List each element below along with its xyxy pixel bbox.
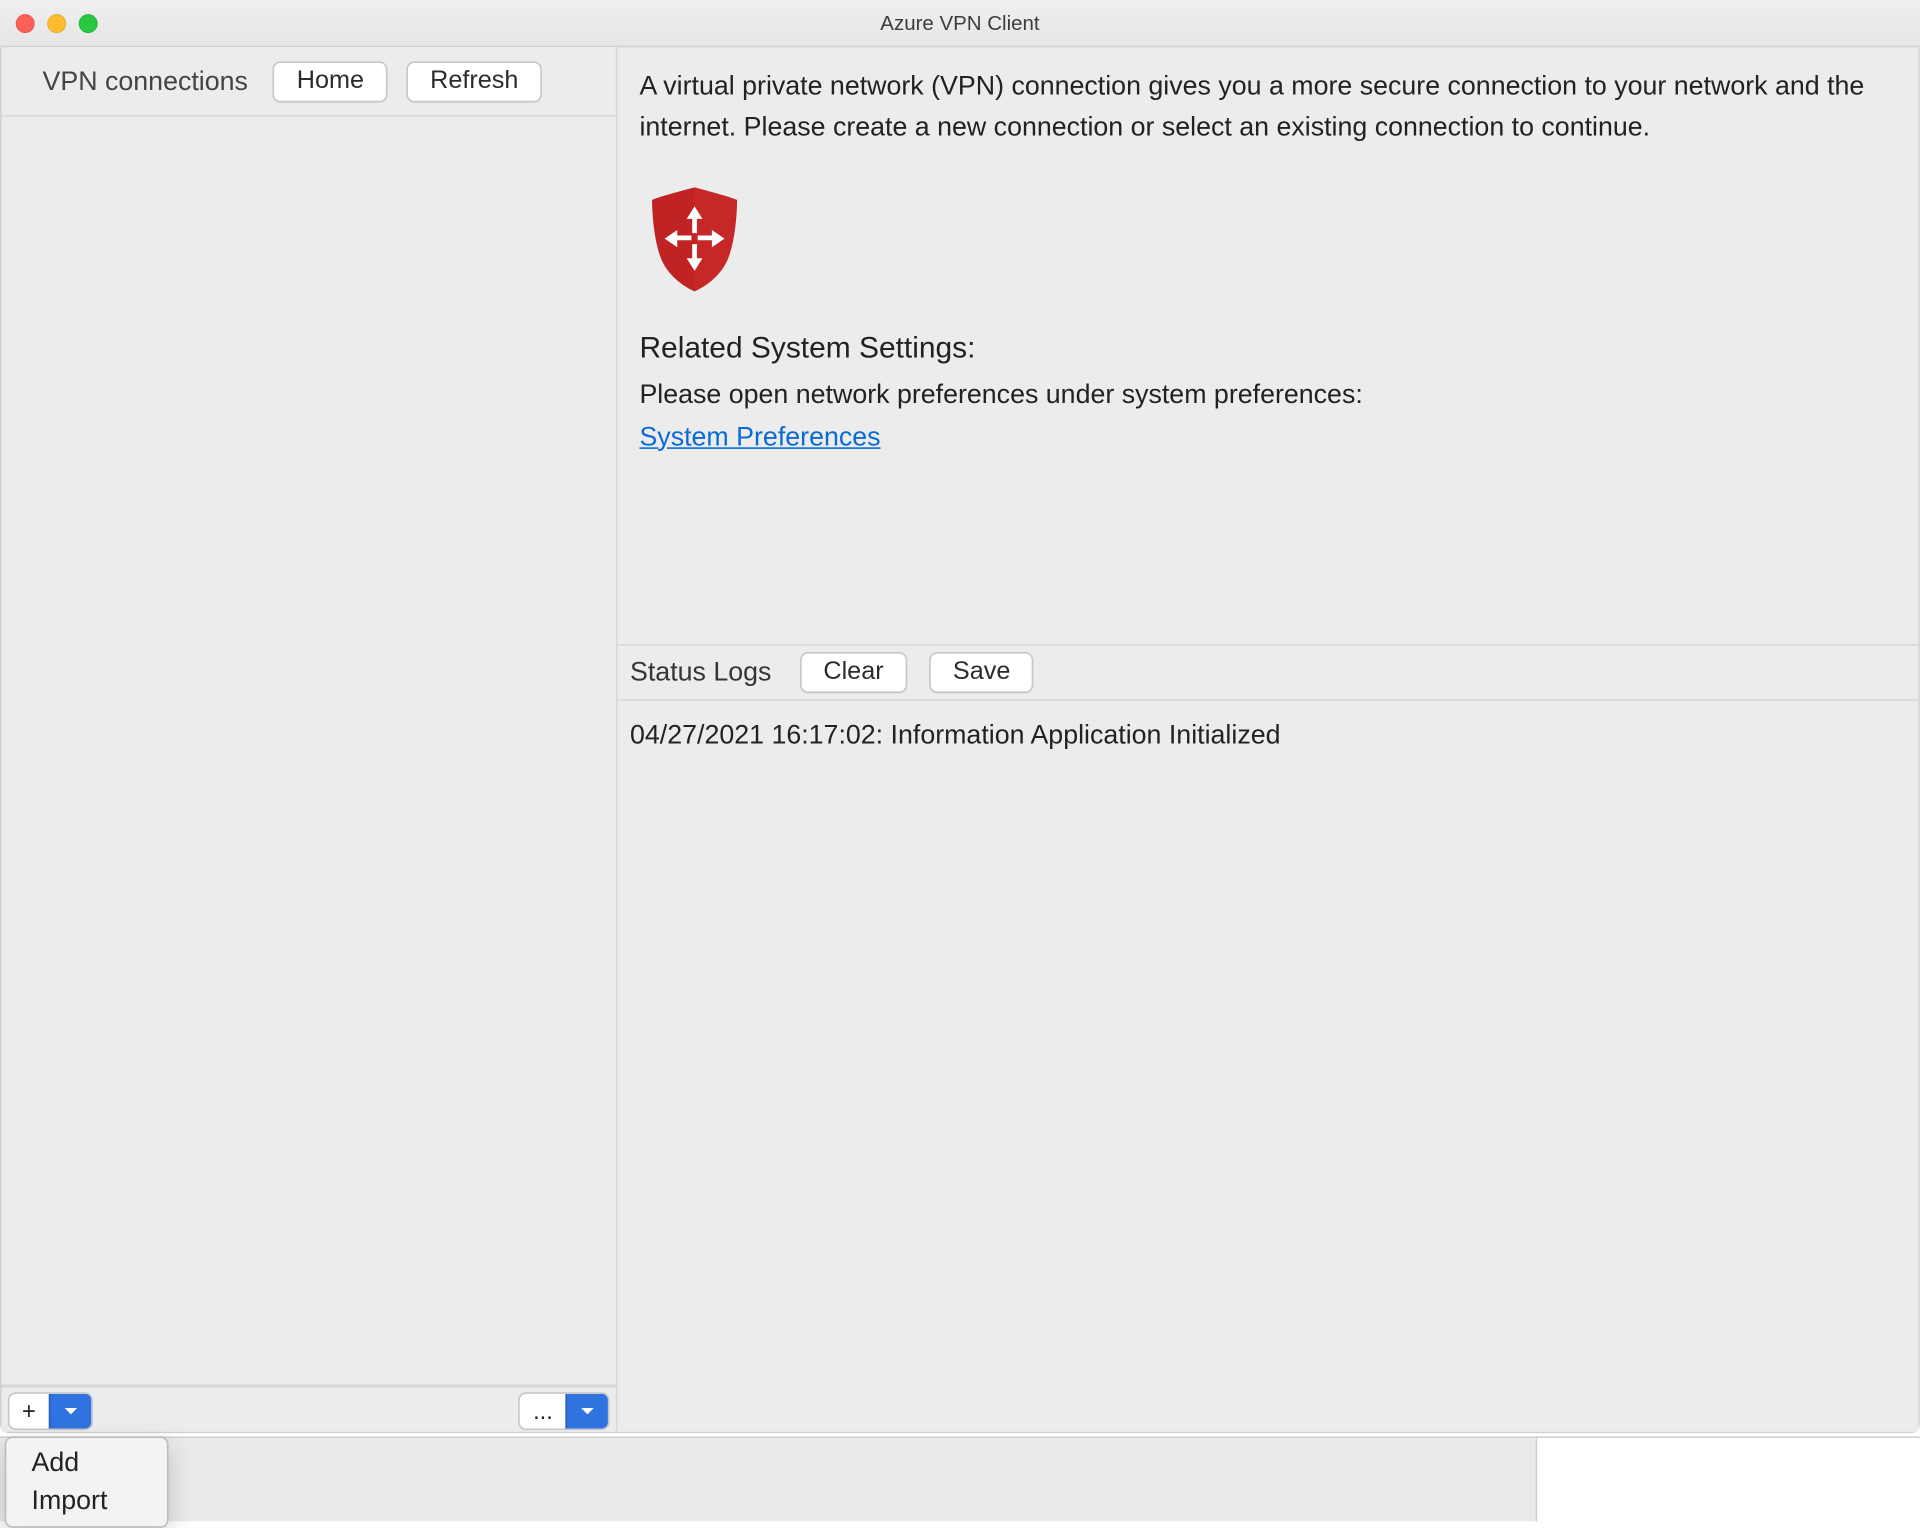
add-dropdown-icon[interactable] — [48, 1394, 91, 1429]
related-settings-sub: Please open network preferences under sy… — [639, 376, 1896, 417]
more-actions-button[interactable]: ... — [519, 1392, 610, 1430]
sidebar-header: VPN connections Home Refresh — [2, 47, 616, 116]
logs-header: Status Logs Clear Save — [617, 646, 1918, 701]
sidebar-heading: VPN connections — [43, 65, 248, 97]
right-panel: A virtual private network (VPN) connecti… — [617, 47, 1918, 1431]
sidebar: VPN connections Home Refresh + ... — [2, 47, 618, 1431]
window-controls — [16, 13, 98, 32]
add-connection-button[interactable]: + — [8, 1392, 93, 1430]
plus-icon: + — [9, 1394, 48, 1429]
logs-body: 04/27/2021 16:17:02: Information Applica… — [617, 701, 1918, 1432]
connections-list — [2, 117, 616, 1386]
intro-text: A virtual private network (VPN) connecti… — [639, 66, 1896, 149]
content-top: A virtual private network (VPN) connecti… — [617, 47, 1918, 646]
close-icon[interactable] — [16, 13, 35, 32]
refresh-button[interactable]: Refresh — [406, 61, 541, 102]
system-preferences-link[interactable]: System Preferences — [639, 422, 880, 452]
minimize-icon[interactable] — [47, 13, 66, 32]
related-settings-heading: Related System Settings: — [639, 326, 1896, 372]
logs-heading: Status Logs — [630, 657, 771, 689]
clear-button[interactable]: Clear — [800, 652, 907, 693]
add-menu: Add Import — [5, 1436, 169, 1527]
save-button[interactable]: Save — [929, 652, 1034, 693]
add-menu-item-add[interactable]: Add — [6, 1444, 167, 1482]
home-button[interactable]: Home — [273, 61, 387, 102]
add-menu-item-import[interactable]: Import — [6, 1482, 167, 1520]
ellipsis-icon: ... — [521, 1394, 566, 1429]
main-area: VPN connections Home Refresh + ... — [0, 47, 1920, 1433]
sidebar-footer: + ... — [2, 1386, 616, 1432]
background-filler-right — [1536, 1436, 1920, 1521]
log-entry: 04/27/2021 16:17:02: Information Applica… — [630, 720, 1906, 752]
background-filler — [0, 1436, 1536, 1521]
zoom-icon[interactable] — [79, 13, 98, 32]
shield-icon — [643, 184, 1897, 307]
window-title: Azure VPN Client — [0, 11, 1920, 35]
more-dropdown-icon[interactable] — [565, 1394, 608, 1429]
titlebar: Azure VPN Client — [0, 0, 1920, 47]
